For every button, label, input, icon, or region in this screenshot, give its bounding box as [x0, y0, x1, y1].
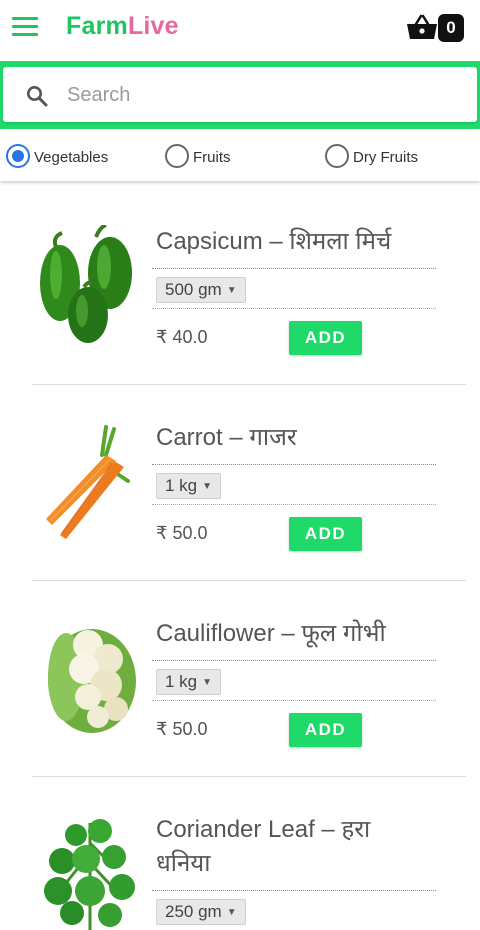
carrot-image — [46, 425, 130, 539]
capsicum-image — [40, 225, 132, 343]
cauliflower-image — [48, 629, 136, 733]
divider-dotted — [152, 700, 436, 701]
cart-button[interactable]: 0 — [406, 12, 464, 44]
basket-icon — [407, 14, 437, 39]
quantity-dropdown[interactable]: 1 kg ▼ — [156, 473, 222, 499]
product-price: ₹ 40.0 — [156, 327, 208, 347]
radio-dry-fruits[interactable] — [325, 144, 349, 168]
category-fruits[interactable]: Fruits — [165, 143, 255, 171]
radio-fruits[interactable] — [165, 144, 189, 168]
product-price: ₹ 50.0 — [156, 523, 208, 543]
quantity-dropdown[interactable]: 250 gm ▼ — [156, 899, 246, 925]
caret-down-icon: ▼ — [226, 285, 237, 296]
divider-dotted — [152, 308, 436, 309]
search-bar — [0, 61, 480, 129]
radio-vegetables[interactable] — [6, 144, 30, 168]
divider-dotted — [152, 504, 436, 505]
product-card: Coriander Leaf – हरा धनिया 250 gm ▼ — [0, 769, 480, 930]
coriander-image — [44, 819, 135, 930]
product-name: Coriander Leaf – हरा धनिया — [156, 816, 371, 877]
quantity-value: 250 gm — [165, 902, 222, 921]
product-list: Capsicum – शिमला मिर्च 500 gm ▼ ₹ 40.0 AD… — [0, 181, 480, 930]
add-button[interactable]: ADD — [289, 517, 362, 551]
search-box[interactable] — [3, 67, 477, 122]
brand-part-farm: Farm — [66, 12, 128, 40]
hamburger-icon[interactable] — [12, 16, 40, 38]
app-brand: FarmLive — [66, 12, 179, 41]
divider-dotted — [152, 660, 436, 661]
cart-count-badge: 0 — [438, 14, 464, 42]
category-dry-fruits[interactable]: Dry Fruits — [325, 143, 435, 171]
caret-down-icon: ▼ — [226, 907, 237, 918]
quantity-value: 500 gm — [165, 280, 222, 299]
caret-down-icon: ▼ — [202, 481, 213, 492]
product-name: Carrot – गाजर — [156, 424, 297, 451]
search-icon — [27, 86, 48, 107]
category-label: Fruits — [193, 149, 231, 166]
app-header: FarmLive 0 — [0, 0, 480, 58]
product-name: Capsicum – शिमला मिर्च — [156, 228, 392, 255]
product-price: ₹ 50.0 — [156, 719, 208, 739]
product-card: Capsicum – शिमला मिर्च 500 gm ▼ ₹ 40.0 AD… — [0, 181, 480, 385]
divider-dotted — [152, 464, 436, 465]
product-name: Cauliflower – फूल गोभी — [156, 620, 386, 647]
search-input[interactable] — [67, 77, 457, 113]
category-vegetables[interactable]: Vegetables — [6, 143, 126, 171]
brand-part-live: Live — [127, 12, 179, 40]
category-label: Dry Fruits — [353, 149, 418, 166]
category-selector: Vegetables Fruits Dry Fruits — [0, 131, 480, 181]
add-button[interactable]: ADD — [289, 321, 362, 355]
product-card: Carrot – गाजर 1 kg ▼ ₹ 50.0 ADD — [0, 377, 480, 581]
divider-dotted — [152, 268, 436, 269]
quantity-dropdown[interactable]: 1 kg ▼ — [156, 669, 222, 695]
category-label: Vegetables — [34, 149, 109, 166]
add-button[interactable]: ADD — [289, 713, 362, 747]
caret-down-icon: ▼ — [202, 677, 213, 688]
quantity-value: 1 kg — [165, 672, 198, 691]
divider-dotted — [152, 890, 436, 891]
quantity-value: 1 kg — [165, 476, 198, 495]
product-card: Cauliflower – फूल गोभी 1 kg ▼ ₹ 50.0 ADD — [0, 573, 480, 777]
quantity-dropdown[interactable]: 500 gm ▼ — [156, 277, 246, 303]
